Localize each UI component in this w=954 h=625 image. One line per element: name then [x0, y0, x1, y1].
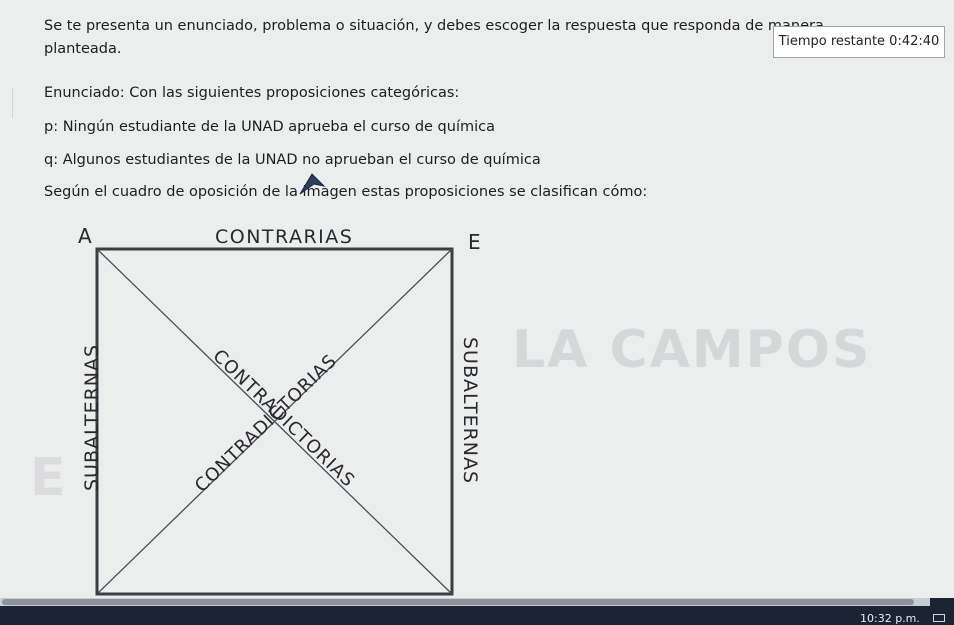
watermark-text: LA CAMPOS [512, 320, 872, 380]
timer-remaining: Tiempo restante 0:42:40 [773, 26, 945, 58]
mouse-cursor-icon [299, 173, 326, 195]
label-contradictorias-rising: CONTRADICTORIAS [191, 350, 341, 496]
corner-label-a: A [78, 224, 92, 248]
notification-icon[interactable] [933, 614, 945, 622]
label-subalternas-right: SUBALTERNAS [459, 337, 481, 484]
proposition-p: p: Ningún estudiante de la UNAD aprueba … [44, 119, 495, 135]
square-of-opposition-image: A E CONTRARIAS SUBALTERNAS SUBALTERNAS C… [78, 224, 481, 596]
instructions-text: Se te presenta un enunciado, problema o … [44, 18, 824, 34]
instructions-text-continued: planteada. [44, 41, 122, 57]
label-contrarias: CONTRARIAS [215, 226, 353, 248]
proposition-q: q: Algunos estudiantes de la UNAD no apr… [44, 152, 541, 168]
label-subalternas-left: SUBALTERNAS [81, 344, 103, 491]
scrollbar-thumb[interactable] [2, 599, 914, 605]
corner-label-e: E [468, 230, 481, 254]
statement-intro: Enunciado: Con las siguientes proposicio… [44, 85, 460, 101]
taskbar-clock: 10:32 p.m. [860, 612, 920, 625]
left-edge-divider [12, 88, 13, 118]
question-text: Según el cuadro de oposición de la image… [44, 184, 648, 200]
